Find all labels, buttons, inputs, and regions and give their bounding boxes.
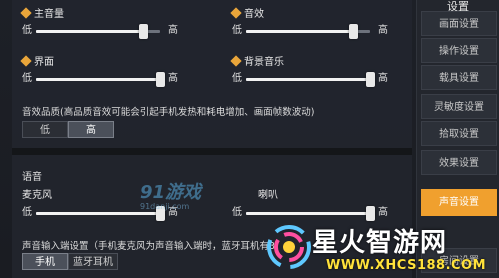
ui-volume-title: 界面 [20, 55, 54, 69]
slider-fill [246, 212, 370, 215]
sfx-volume-track[interactable] [246, 24, 370, 39]
quality-high-option[interactable]: 高 [68, 121, 114, 138]
bgm-volume-track[interactable] [246, 72, 375, 87]
slider-thumb[interactable] [366, 72, 375, 87]
tab-3[interactable]: 载具设置 [421, 65, 497, 90]
sound-quality-label: 音效品质(高品质音效可能会引起手机发热和耗电增加、画面帧数波动) [22, 107, 315, 118]
bgm-volume-title: 背景音乐 [230, 55, 284, 69]
sfx-volume-title: 音效 [230, 7, 264, 21]
ui-volume-track[interactable] [36, 72, 165, 87]
watermark-title: 星火智游网 [312, 228, 448, 258]
watermark-url: WWW.XHCS188.COM [326, 258, 487, 273]
section-divider [12, 148, 412, 155]
quality-low-option[interactable]: 低 [22, 121, 68, 138]
voice-section-title: 语音 [22, 172, 42, 183]
tab-7[interactable]: 声音设置 [421, 189, 497, 216]
slider-low-label: 低 [22, 73, 32, 84]
slider-high-label: 高 [168, 25, 178, 36]
diamond-icon [20, 7, 32, 19]
input-bluetooth-option[interactable]: 蓝牙耳机 [68, 253, 118, 270]
watermark-xinghuo: 星火智游网 WWW.XHCS188.COM [266, 222, 499, 278]
input-device-toggle: 手机 蓝牙耳机 [22, 253, 118, 270]
slider-high-label: 高 [168, 73, 178, 84]
slider-low-label: 低 [232, 25, 242, 36]
input-phone-option[interactable]: 手机 [22, 253, 68, 270]
slider-high-label: 高 [378, 25, 388, 36]
settings-screen: 主音量 低 高 音效 低 高 界面 低 高 背景音乐 低 高 音效品质(高品质音… [0, 0, 499, 278]
mic-volume-title: 麦克风 [22, 190, 52, 201]
watermark-91: 91游戏 91danji.com [140, 182, 202, 211]
slider-thumb[interactable] [156, 72, 165, 87]
tab-2[interactable]: 操作设置 [421, 38, 497, 63]
slider-high-label: 高 [378, 207, 388, 218]
tab-1[interactable]: 画面设置 [421, 11, 497, 36]
slider-fill [36, 212, 160, 215]
slider-low-label: 低 [232, 207, 242, 218]
master-volume-title: 主音量 [20, 7, 64, 21]
slider-thumb[interactable] [366, 206, 375, 221]
slider-low-label: 低 [232, 73, 242, 84]
input-device-label: 声音输入端设置（手机麦克风为声音输入端时，蓝牙耳机有3 [22, 241, 276, 252]
diamond-icon [20, 55, 32, 67]
swirl-logo-icon [267, 225, 311, 269]
tab-6[interactable]: 效果设置 [421, 150, 497, 175]
slider-fill [36, 78, 160, 81]
mic-volume-track[interactable] [36, 206, 165, 221]
sound-quality-toggle: 低 高 [22, 121, 114, 138]
diamond-icon [230, 7, 242, 19]
slider-thumb[interactable] [348, 24, 358, 39]
diamond-icon [230, 55, 242, 67]
slider-high-label: 高 [378, 73, 388, 84]
slider-fill [246, 30, 353, 33]
slider-low-label: 低 [22, 207, 32, 218]
tab-4[interactable]: 灵敏度设置 [421, 94, 497, 119]
slider-fill [36, 30, 143, 33]
slider-fill [246, 78, 370, 81]
slider-thumb[interactable] [138, 24, 148, 39]
speaker-volume-title: 喇叭 [258, 190, 278, 201]
speaker-volume-track[interactable] [246, 206, 375, 221]
slider-low-label: 低 [22, 25, 32, 36]
tab-5[interactable]: 拾取设置 [421, 121, 497, 146]
master-volume-track[interactable] [36, 24, 160, 39]
